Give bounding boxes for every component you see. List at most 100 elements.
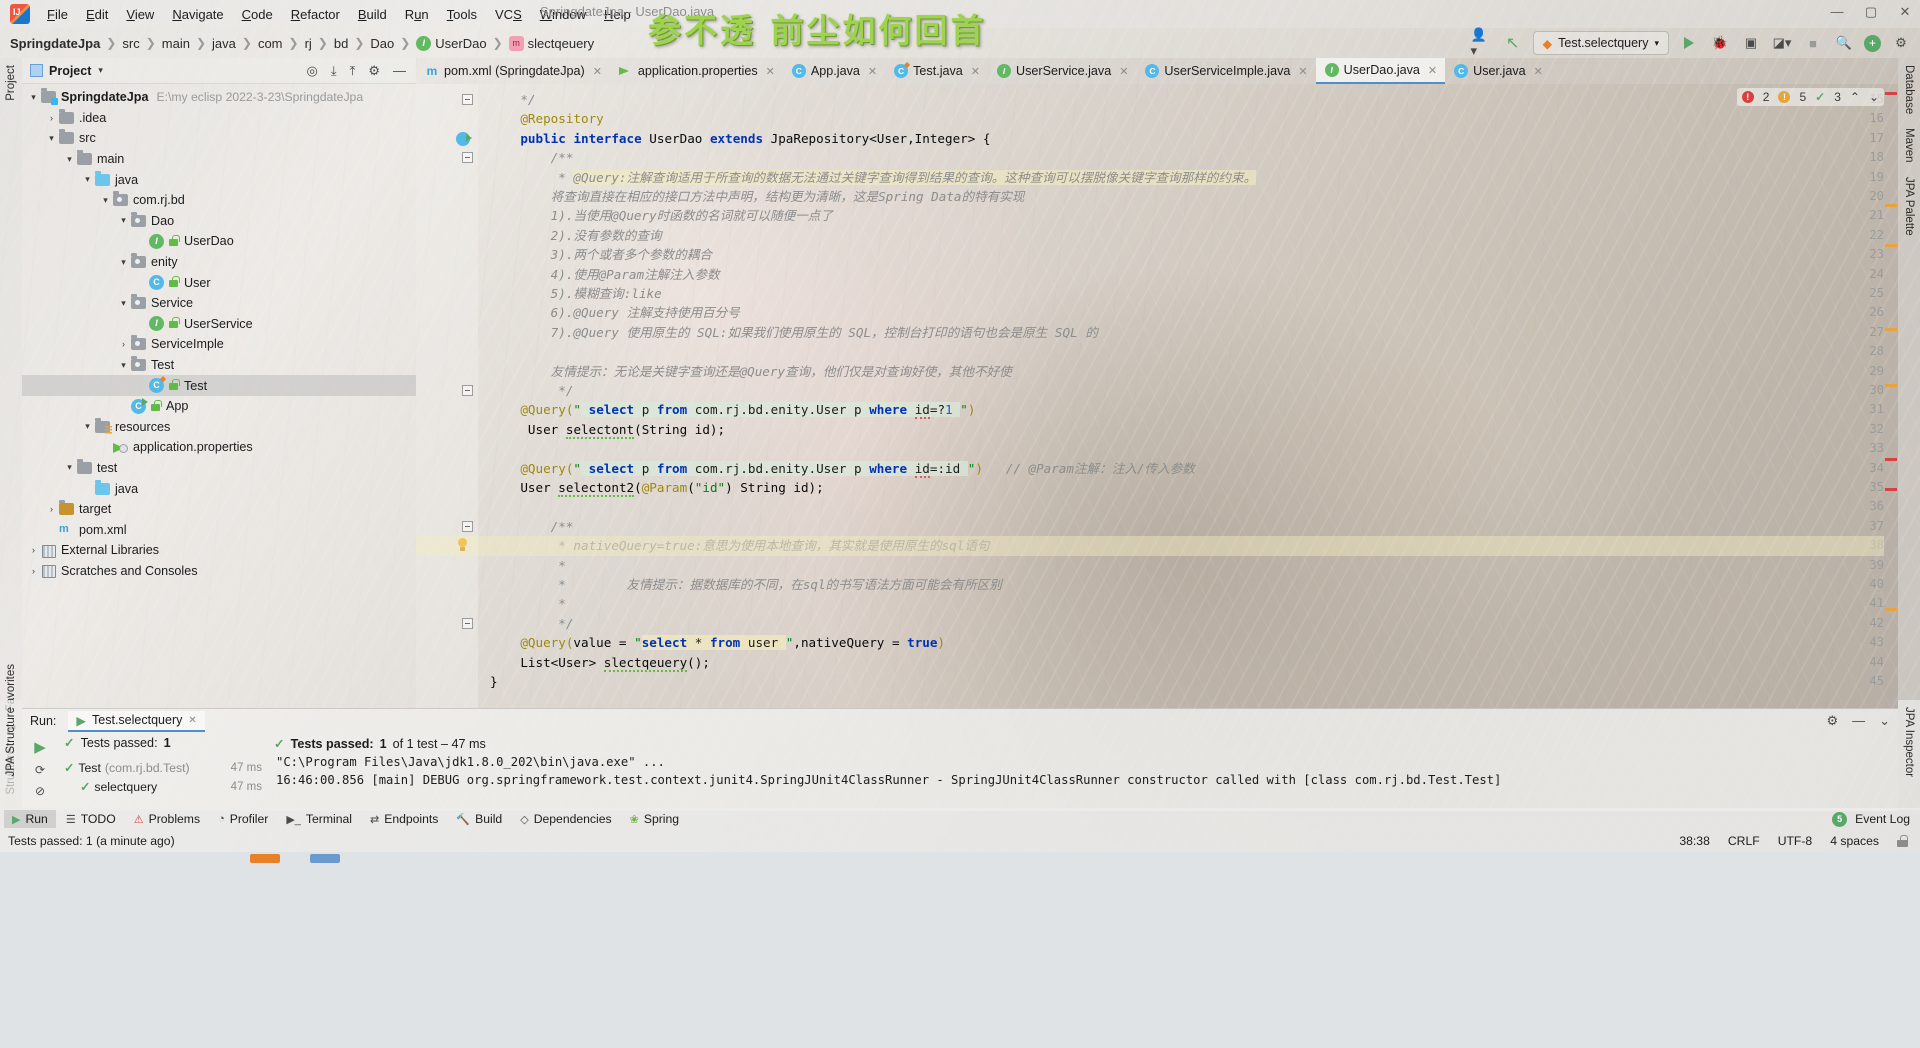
code-line[interactable]: @Repository <box>490 109 603 128</box>
indent-setting[interactable]: 4 spaces <box>1830 834 1879 848</box>
breadcrumb-item-dao[interactable]: Dao <box>370 36 394 51</box>
user-profile-icon[interactable]: 👤▾ <box>1471 27 1493 58</box>
close-icon[interactable]: ✕ <box>1298 65 1307 78</box>
code-line[interactable]: 4).使用@Param注解注入参数 <box>490 265 720 284</box>
tree-node-application-properties[interactable]: application.properties <box>22 437 416 458</box>
tree-arrow-icon[interactable]: › <box>44 504 59 514</box>
chevron-up-icon[interactable]: ⌃ <box>1850 90 1860 104</box>
breadcrumb-class[interactable]: UserDao <box>435 36 486 51</box>
editor-tab-app-java[interactable]: C App.java ✕ <box>783 58 885 84</box>
code-fold-icon[interactable] <box>462 152 473 164</box>
editor-tab-pom-xml-springdatejpa-[interactable]: m pom.xml (SpringdateJpa) ✕ <box>416 58 610 84</box>
plugin-icon[interactable]: + <box>1864 34 1881 52</box>
code-line[interactable]: * <box>490 556 566 575</box>
breadcrumb-item-rj[interactable]: rj <box>305 36 312 51</box>
rail-tab-database[interactable]: Database <box>1900 58 1918 121</box>
rerun-failed-icon[interactable]: ⟳ <box>35 763 45 777</box>
file-encoding[interactable]: UTF-8 <box>1778 834 1813 848</box>
close-icon[interactable]: ✕ <box>971 65 980 78</box>
code-text[interactable]: */ @Repository public interface UserDao … <box>478 84 1884 708</box>
stop-icon[interactable]: ■ <box>1802 32 1824 54</box>
hide-icon[interactable]: ⌄ <box>1879 713 1890 729</box>
code-line[interactable]: * <box>490 594 566 613</box>
hide-icon[interactable]: — <box>393 63 406 79</box>
tree-node-com-rj-bd[interactable]: ▾ com.rj.bd <box>22 190 416 211</box>
code-line[interactable]: */ <box>490 90 535 109</box>
tree-node-java[interactable]: java <box>22 478 416 499</box>
tree-arrow-icon[interactable]: ▾ <box>116 215 131 226</box>
tree-arrow-icon[interactable]: ▾ <box>80 174 95 185</box>
close-icon[interactable]: ✕ <box>868 65 877 78</box>
tree-node-user[interactable]: C User <box>22 272 416 293</box>
code-line[interactable]: */ <box>490 614 573 633</box>
tree-arrow-icon[interactable]: ▾ <box>44 133 59 144</box>
editor-tab-application-properties[interactable]: application.properties ✕ <box>610 58 783 84</box>
bottom-tab-profiler[interactable]: ◔ Profiler <box>210 810 276 828</box>
code-line[interactable]: /** <box>490 517 574 536</box>
minimize-icon[interactable]: — <box>1852 713 1865 729</box>
settings-icon[interactable]: ⚙ <box>1890 32 1912 54</box>
menu-code[interactable]: Code <box>233 4 282 25</box>
breadcrumb-item-java[interactable]: java <box>212 36 236 51</box>
update-arrow-icon[interactable]: ↖ <box>1502 32 1524 54</box>
chevron-down-icon[interactable]: ▾ <box>98 65 103 76</box>
tree-node-pom-xml[interactable]: m pom.xml <box>22 519 416 540</box>
tree-node-src[interactable]: ▾ src <box>22 128 416 149</box>
editor-marker-bar[interactable] <box>1884 84 1898 708</box>
tree-arrow-icon[interactable]: ▾ <box>62 154 77 165</box>
code-line[interactable]: User selectont2(@Param("id") String id); <box>490 478 824 497</box>
breadcrumb-method[interactable]: slectqeuery <box>528 36 594 51</box>
test-tree-row[interactable]: ✓ selectquery 47 ms <box>58 777 268 796</box>
gear-icon[interactable]: ⚙ <box>368 63 380 79</box>
code-fold-icon[interactable] <box>462 385 473 396</box>
tree-node-app[interactable]: C App <box>22 396 416 417</box>
run-configuration-selector[interactable]: ◆ Test.selectquery ▾ <box>1532 31 1669 55</box>
breadcrumb-item-com[interactable]: com <box>258 36 283 51</box>
code-line[interactable]: @Query(value = "select * from user ",nat… <box>490 633 945 652</box>
bottom-tab-endpoints[interactable]: ⇄ Endpoints <box>362 810 446 828</box>
code-line[interactable]: 7).@Query 使用原生的 SQL:如果我们使用原生的 SQL，控制台打印的… <box>490 323 1098 342</box>
tree-arrow-icon[interactable]: ▾ <box>26 92 41 103</box>
code-line[interactable]: 友情提示：无论是关键字查询还是@Query查询，他们仅是对查询好使，其他不好使 <box>490 362 1012 381</box>
breadcrumb-project[interactable]: SpringdateJpa <box>10 36 100 51</box>
code-line[interactable]: User selectont(String id); <box>490 420 725 439</box>
caret-position[interactable]: 38:38 <box>1679 834 1710 848</box>
close-icon[interactable]: ✕ <box>1119 65 1128 78</box>
line-separator[interactable]: CRLF <box>1728 834 1760 848</box>
breadcrumb-item-main[interactable]: main <box>162 36 190 51</box>
code-line[interactable]: @Query(" select p from com.rj.bd.enity.U… <box>490 459 1195 478</box>
tree-node-main[interactable]: ▾ main <box>22 149 416 170</box>
code-fold-icon[interactable] <box>462 617 473 629</box>
tree-node-test[interactable]: ▾ test <box>22 458 416 479</box>
minimize-button[interactable]: — <box>1828 4 1846 20</box>
run-tab[interactable]: ▶ Test.selectquery ✕ <box>68 710 205 732</box>
tree-node-userservice[interactable]: I UserService <box>22 314 416 335</box>
run-icon[interactable] <box>1678 32 1700 54</box>
code-line[interactable]: } <box>490 672 498 691</box>
profiler-icon[interactable]: ◪▾ <box>1771 32 1793 54</box>
rail-tab-jpa-structure[interactable]: JPA Structure <box>2 700 20 783</box>
tree-node--idea[interactable]: › .idea <box>22 108 416 129</box>
tree-node-test[interactable]: C Test <box>22 375 416 396</box>
code-line[interactable]: @Query(" select p from com.rj.bd.enity.U… <box>490 400 975 420</box>
tree-arrow-icon[interactable]: ▾ <box>80 421 95 432</box>
tree-arrow-icon[interactable]: › <box>44 113 59 123</box>
tree-node-enity[interactable]: ▾ enity <box>22 252 416 273</box>
close-icon[interactable]: ✕ <box>766 65 775 78</box>
menu-navigate[interactable]: Navigate <box>163 4 232 25</box>
code-line[interactable]: */ <box>490 381 573 400</box>
tree-node-target[interactable]: › target <box>22 499 416 520</box>
expand-all-icon[interactable]: ⤒ <box>350 63 356 79</box>
code-line[interactable]: 1).当使用@Query时函数的名词就可以随便一点了 <box>490 206 833 225</box>
bottom-tab-run[interactable]: ▶ Run <box>4 810 56 828</box>
read-write-lock-icon[interactable] <box>1897 835 1908 847</box>
rerun-icon[interactable]: ▶ <box>34 738 46 756</box>
bottom-tab-dependencies[interactable]: ◇ Dependencies <box>512 810 619 828</box>
taskbar-item-1[interactable] <box>250 854 280 863</box>
editor-tab-userdao-java[interactable]: I UserDao.java ✕ <box>1315 58 1446 84</box>
run-gutter-icon[interactable] <box>456 131 472 146</box>
tree-node-serviceimple[interactable]: › ServiceImple <box>22 334 416 355</box>
maximize-button[interactable]: ▢ <box>1862 4 1880 20</box>
editor-tab-userservice-java[interactable]: I UserService.java ✕ <box>988 58 1136 84</box>
code-fold-icon[interactable] <box>462 520 473 532</box>
